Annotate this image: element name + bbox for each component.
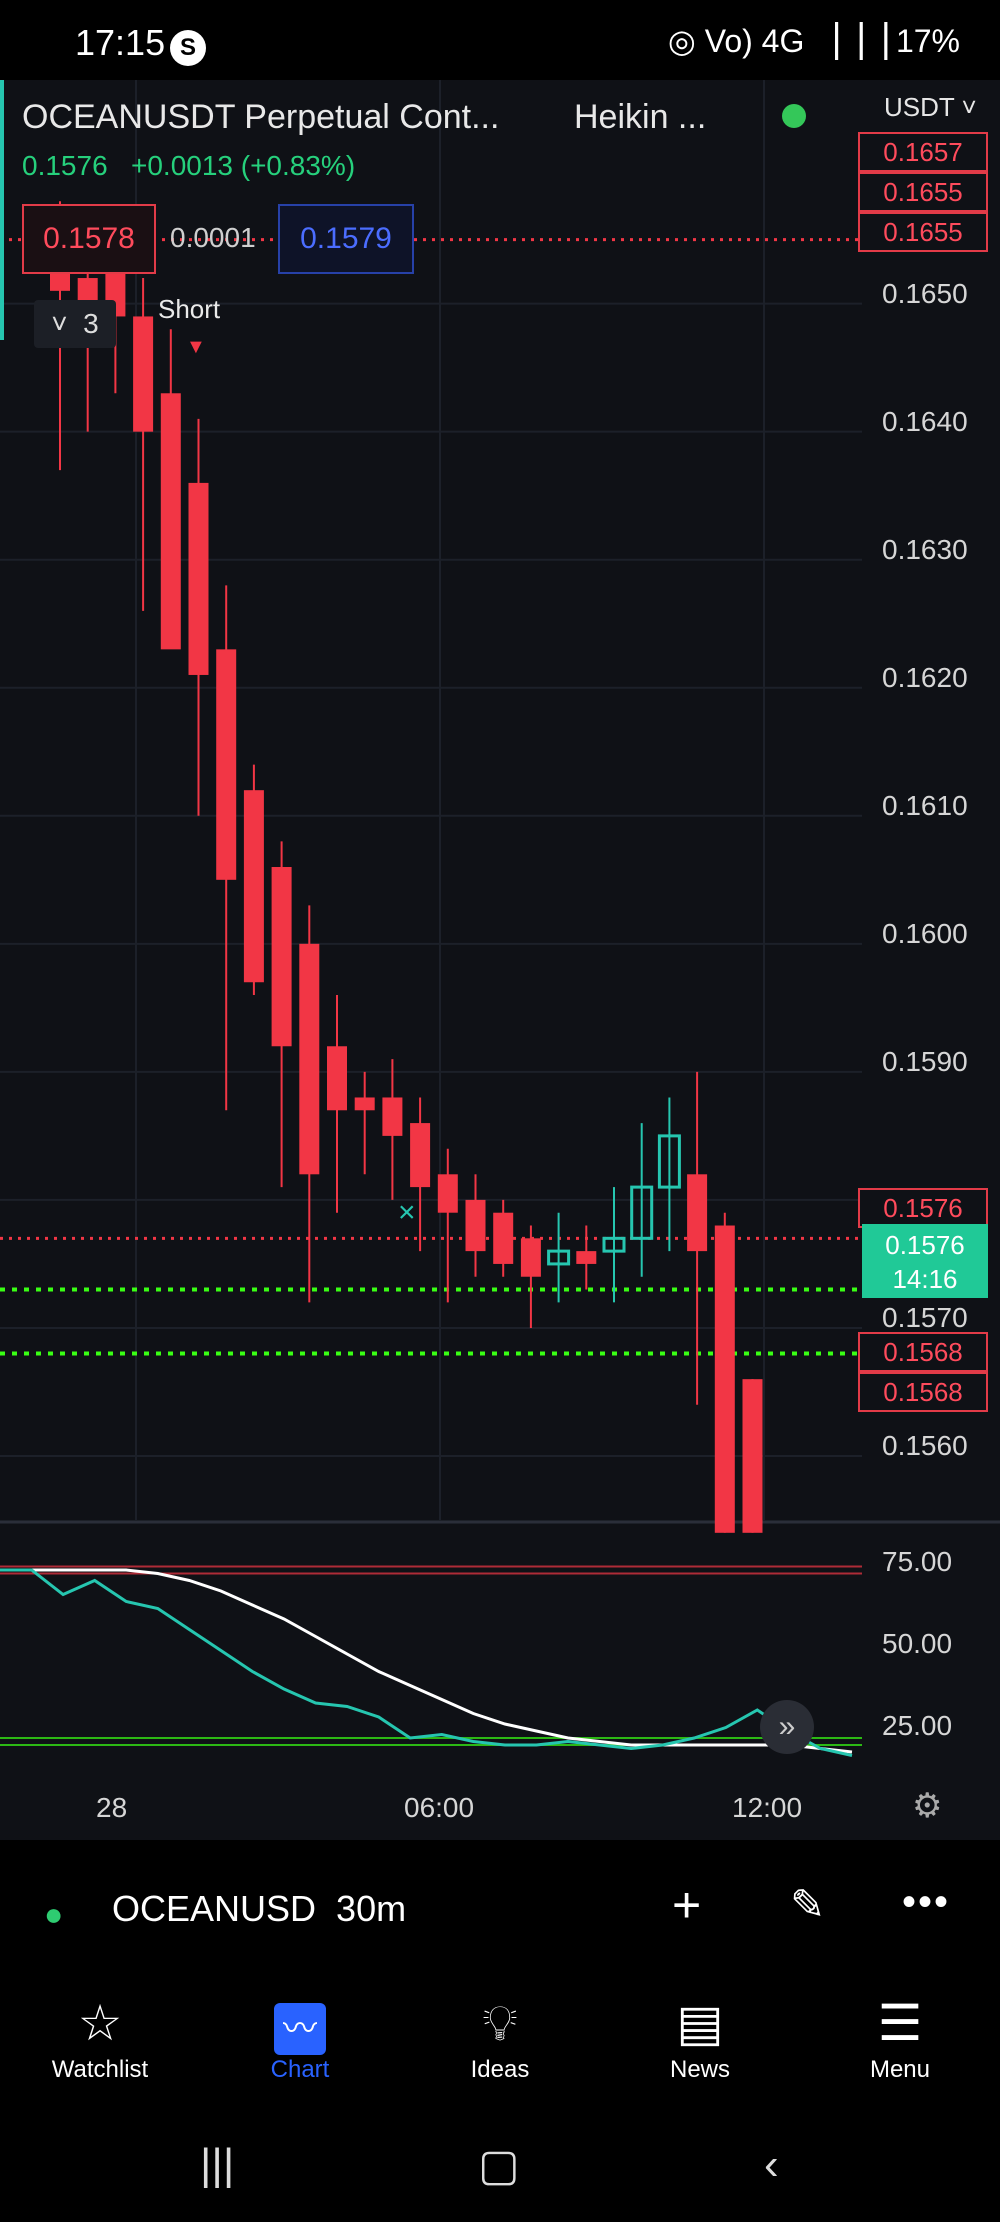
candle-body [714, 1225, 735, 1533]
currency-label: USDT [884, 92, 955, 122]
toolbar-symbol[interactable]: OCEANUSD [112, 1888, 316, 1929]
price-tag: 0.1655 [858, 212, 988, 252]
nav-ideas[interactable]: 💡︎ Ideas [430, 1990, 570, 2084]
sell-button[interactable]: 0.1578 [22, 204, 156, 274]
candle-body [160, 393, 181, 650]
currency-select[interactable]: USDT ˅ [884, 92, 977, 123]
time-axis-label: 12:00 [732, 1792, 803, 1823]
lightbulb-icon: 💡︎ [482, 1995, 518, 2051]
news-icon: ▤ [676, 1995, 724, 2051]
more-icon[interactable]: ••• [902, 1880, 950, 1925]
chevron-down-icon: ˅ [954, 92, 977, 122]
sell-arrow-icon: ▼ [186, 336, 206, 358]
close-marker-icon: × [398, 1196, 416, 1229]
price-axis-label: 0.1600 [882, 918, 968, 949]
candle-body [327, 1046, 347, 1111]
indicator-axis-label: 50.00 [882, 1628, 953, 1659]
time-axis-label: 06:00 [404, 1792, 475, 1823]
candle-body [271, 867, 292, 1047]
price-chart[interactable] [0, 80, 1000, 1840]
candle-body [188, 482, 209, 675]
recent-apps-icon[interactable]: ||| [200, 2140, 234, 2190]
symbol-logo-icon: ● [44, 1896, 64, 1932]
price-axis-label: 0.1610 [882, 790, 968, 821]
order-label: Short [158, 294, 221, 324]
indicator-count: 3 [83, 308, 99, 339]
nav-news[interactable]: ▤ News [630, 1990, 770, 2084]
current-price-tag: 0.1576 14:16 [862, 1224, 988, 1298]
price-change: +0.0013 (+0.83%) [130, 150, 356, 181]
nav-watchlist-label: Watchlist [51, 2056, 149, 2083]
market-status-dot [782, 104, 806, 128]
candle-body [687, 1174, 708, 1252]
nav-ideas-label: Ideas [470, 2056, 530, 2083]
plus-icon[interactable]: + [672, 1876, 701, 1934]
collapse-indicators-button[interactable]: ˅ 3 [34, 300, 116, 348]
candle-body [299, 943, 320, 1175]
toolbar-interval[interactable]: 30m [336, 1888, 406, 1929]
price-tag: 0.1568 [858, 1372, 988, 1412]
bar-countdown: 14:16 [892, 1264, 958, 1294]
chart-icon: 〰 [274, 2003, 326, 2055]
candle-body [437, 1174, 458, 1213]
nav-menu-label: Menu [869, 2056, 931, 2083]
chevron-down-icon: ˅ [51, 308, 68, 339]
price-tag: 0.1576 [858, 1188, 988, 1228]
price-axis-label: 0.1560 [882, 1430, 968, 1461]
price-tag: 0.1657 [858, 132, 988, 172]
candle-body [216, 649, 237, 880]
last-price: 0.1576 [22, 150, 108, 181]
indicator-axis-label: 75.00 [882, 1546, 953, 1577]
nav-menu[interactable]: ☰ Menu [830, 1990, 970, 2084]
current-price-value: 0.1576 [885, 1230, 965, 1260]
nav-chart-label: Chart [270, 2056, 330, 2083]
status-bar: 17:15 S ◎ Vo) 4G ▕▕▕ 17% [0, 0, 1000, 80]
star-icon: ☆ [77, 1995, 123, 2051]
candle-body [493, 1212, 514, 1264]
candle-body [133, 316, 154, 432]
price-axis-label: 0.1570 [882, 1302, 968, 1333]
candle-body [520, 1238, 541, 1277]
home-icon[interactable]: ▢ [478, 2140, 520, 2191]
price-tag: 0.1568 [858, 1332, 988, 1372]
candle-body [465, 1199, 486, 1252]
indicator-fast-line [0, 1568, 853, 1757]
buy-button[interactable]: 0.1579 [278, 204, 414, 274]
chart-type[interactable]: Heikin ... [574, 98, 706, 137]
price-axis-label: 0.1620 [882, 662, 968, 693]
nav-watchlist[interactable]: ☆ Watchlist [30, 1990, 170, 2084]
left-edge-marker [0, 80, 4, 340]
back-icon[interactable]: ‹ [764, 2140, 779, 2190]
gear-icon[interactable]: ⚙ [912, 1786, 942, 1826]
price-tag: 0.1655 [858, 172, 988, 212]
candle-body [243, 790, 264, 983]
pencil-icon[interactable]: ✎ [790, 1880, 825, 1929]
candle-body [354, 1097, 375, 1111]
time-axis-label: 28 [96, 1792, 128, 1823]
symbol-title[interactable]: OCEANUSDT Perpetual Cont... [22, 98, 499, 137]
status-time: 17:15 [75, 22, 166, 63]
price-axis-label: 0.1640 [882, 406, 968, 437]
candle-body [382, 1097, 403, 1136]
indicator-slow-line [0, 1568, 853, 1754]
candle-body [410, 1123, 431, 1188]
indicator-axis-label: 25.00 [882, 1710, 953, 1741]
price-axis-label: 0.1630 [882, 534, 968, 565]
app-notification-icon: S [170, 30, 206, 66]
price-axis-label: 0.1650 [882, 278, 968, 309]
nav-news-label: News [669, 2056, 730, 2083]
hamburger-menu-icon: ☰ [877, 1995, 923, 2051]
status-indicators: ◎ Vo) 4G ▕▕▕ 17% [667, 23, 960, 59]
price-quote: 0.1576 +0.0013 (+0.83%) [22, 150, 355, 182]
candle-body [576, 1251, 597, 1264]
candle-body [742, 1379, 763, 1533]
scroll-to-latest-button[interactable]: » [760, 1700, 814, 1754]
price-axis-label: 0.1590 [882, 1046, 968, 1077]
nav-chart[interactable]: 〰 Chart [230, 1990, 370, 2084]
symbol-interval-selector[interactable]: OCEANUSD 30m [112, 1888, 406, 1930]
spread-value: 0.0001 [170, 222, 256, 253]
